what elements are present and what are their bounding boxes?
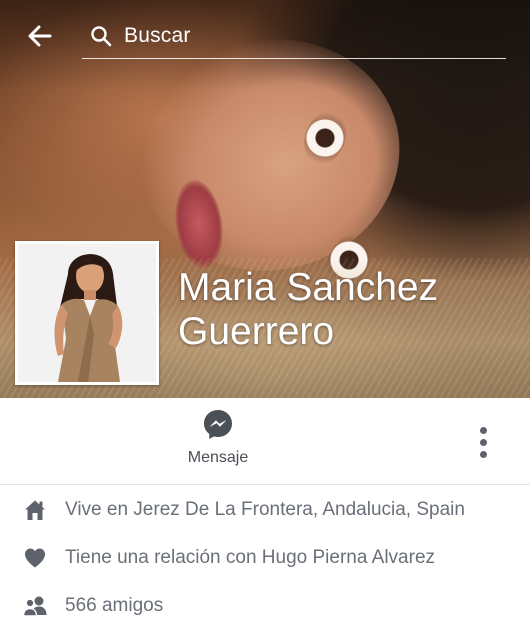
messenger-icon xyxy=(204,410,232,439)
info-row-relationship[interactable]: Tiene una relación con Hugo Pierna Alvar… xyxy=(0,534,530,582)
profile-name-line2: Guerrero xyxy=(178,310,335,353)
info-row-text: Tiene una relación con Hugo Pierna Alvar… xyxy=(65,547,436,568)
search-input[interactable]: Buscar xyxy=(82,14,506,59)
info-row-text: 566 amigos xyxy=(65,595,164,616)
arrow-left-icon xyxy=(28,25,52,47)
info-row-friends[interactable]: 566 amigos xyxy=(0,582,530,630)
friends-icon xyxy=(22,593,48,619)
profile-name-line1: Maria Sanchez xyxy=(178,266,439,309)
profile-picture[interactable] xyxy=(15,241,159,385)
info-row-text: Vive en Jerez De La Frontera, Andalucia,… xyxy=(65,499,465,520)
more-vertical-icon-dot xyxy=(479,438,487,446)
search-placeholder: Buscar xyxy=(124,24,191,47)
message-label: Mensaje xyxy=(187,449,249,466)
home-icon xyxy=(22,497,48,523)
search-icon xyxy=(88,23,114,49)
more-vertical-icon xyxy=(479,426,487,434)
profile-name: Maria Sanchez Guerrero xyxy=(178,266,518,354)
back-button[interactable] xyxy=(22,18,58,54)
heart-icon xyxy=(22,545,48,571)
profile-action-bar: Mensaje xyxy=(0,398,530,485)
message-button[interactable]: Mensaje xyxy=(170,408,266,478)
profile-picture-image xyxy=(18,244,156,382)
more-options-button[interactable] xyxy=(466,422,500,462)
more-vertical-icon-dot xyxy=(479,450,487,458)
profile-info-list: Vive en Jerez De La Frontera, Andalucia,… xyxy=(0,486,530,630)
info-row-location[interactable]: Vive en Jerez De La Frontera, Andalucia,… xyxy=(0,486,530,534)
